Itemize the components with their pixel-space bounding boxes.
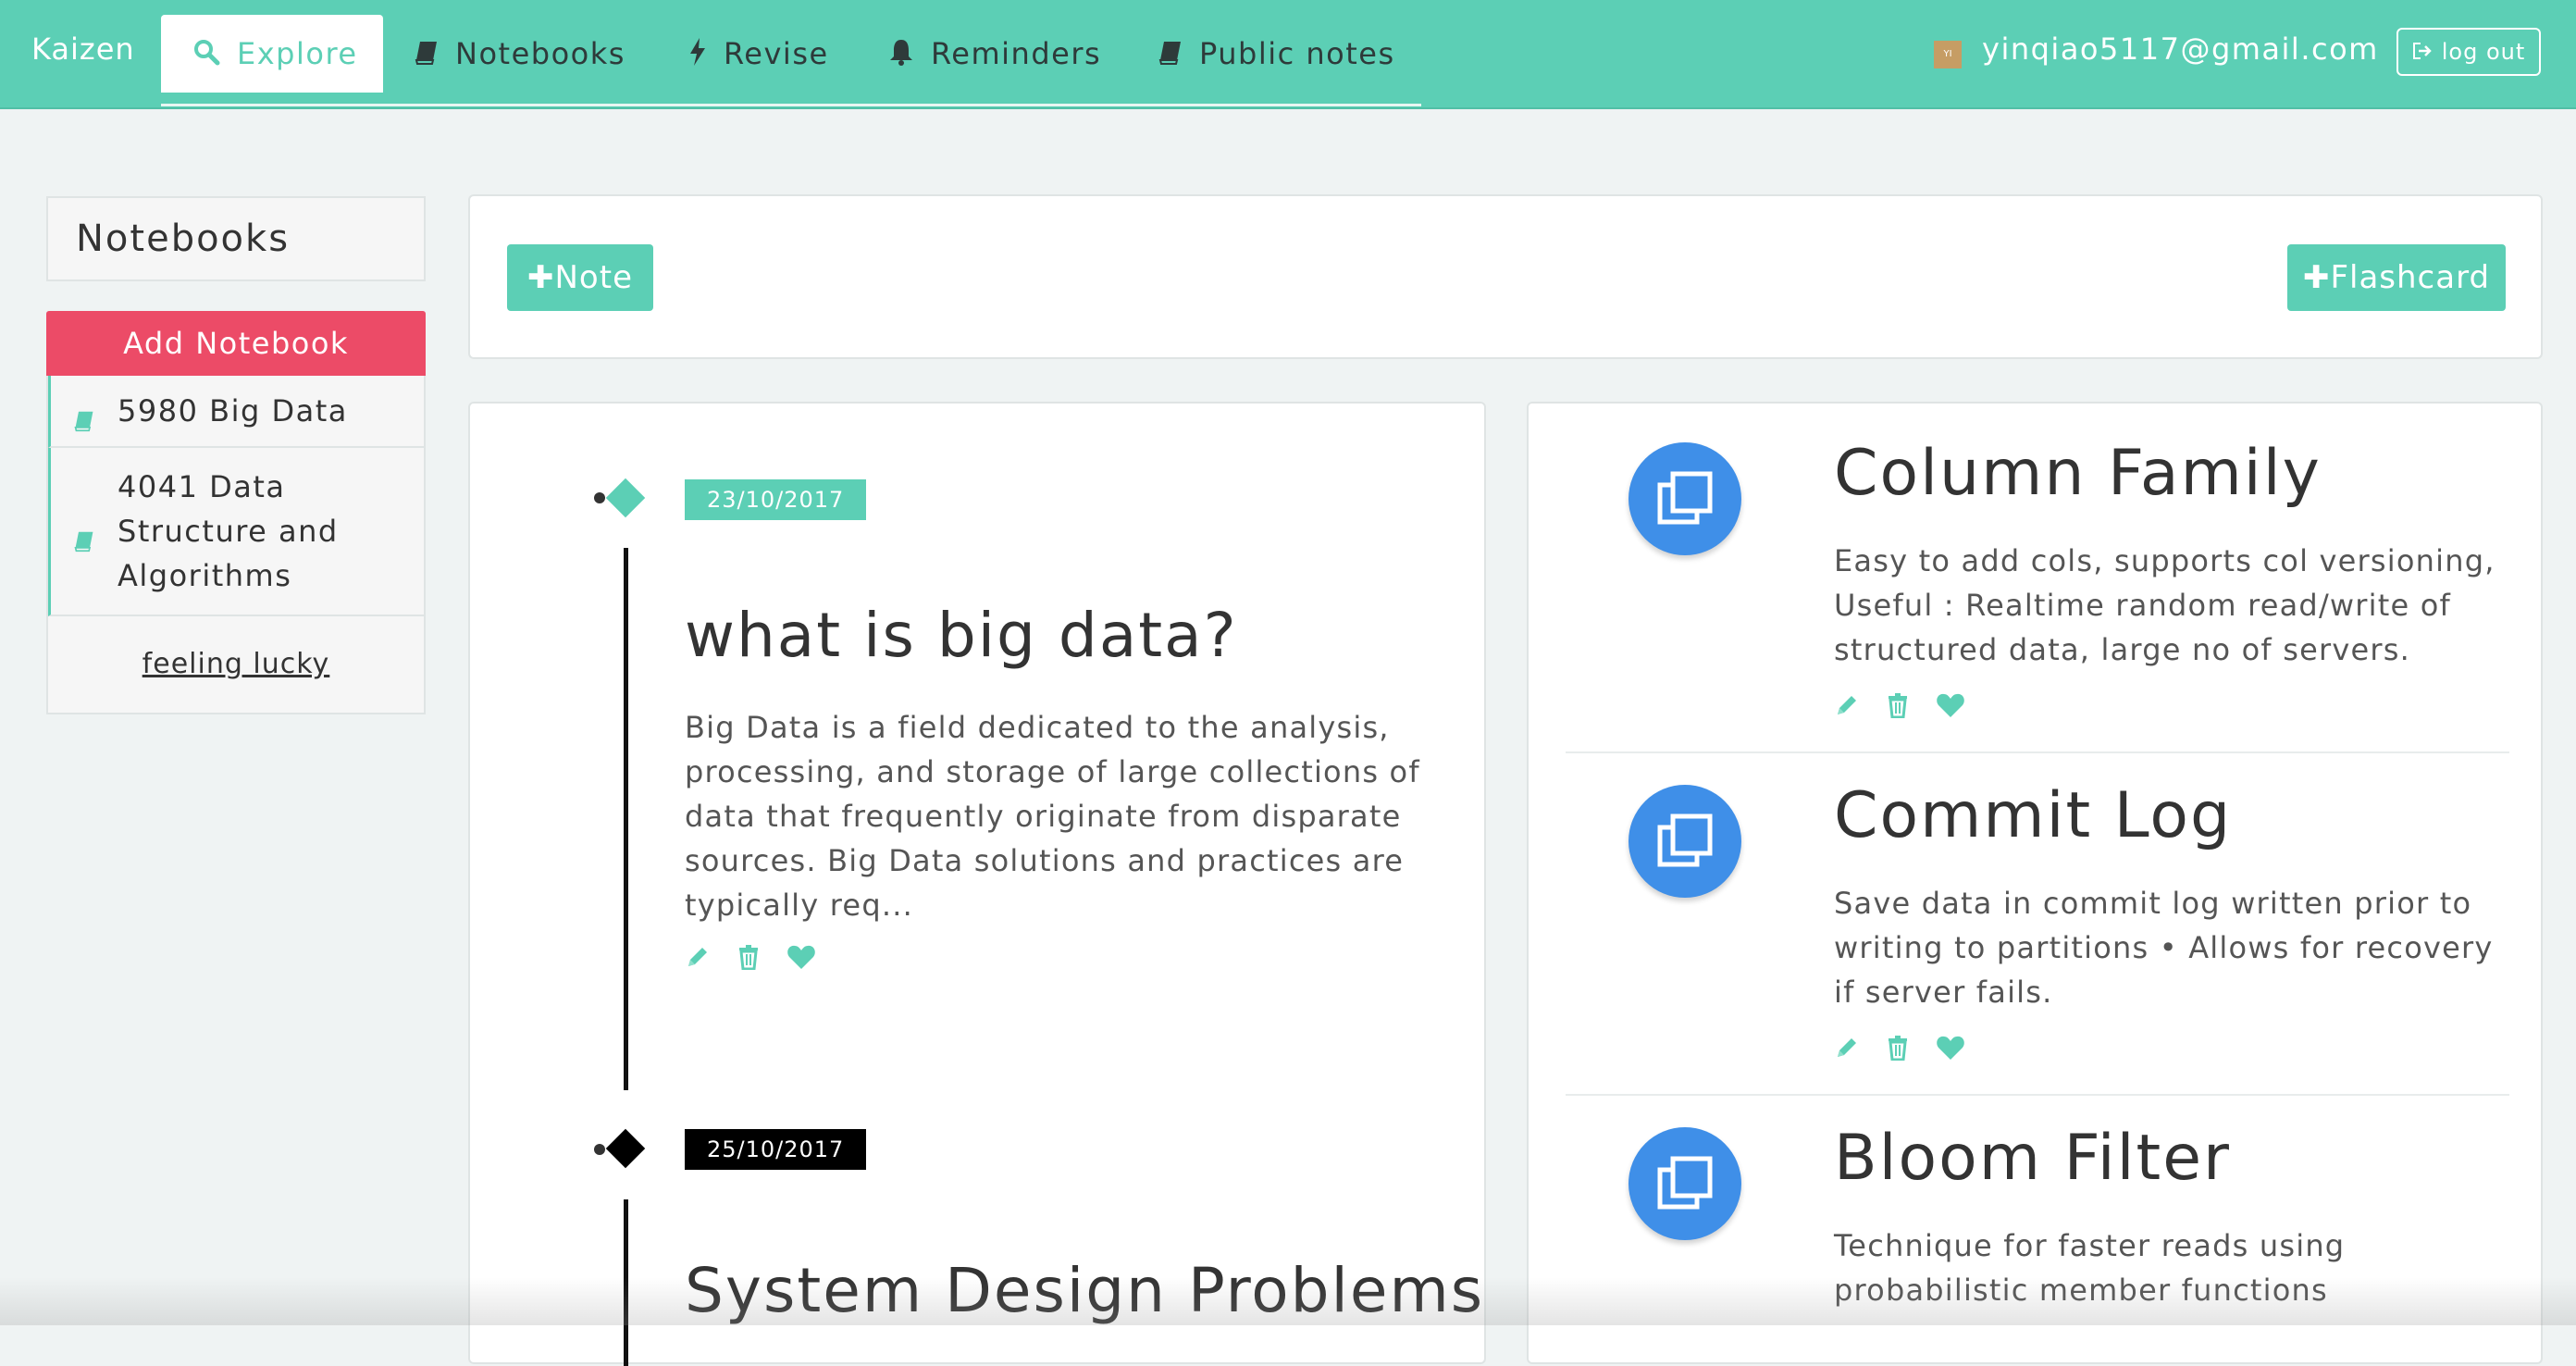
flashcard-actions xyxy=(1834,1035,1965,1064)
heart-icon[interactable] xyxy=(1936,1035,1965,1064)
divider xyxy=(1566,1094,2509,1096)
note-actions xyxy=(685,944,816,974)
edit-icon[interactable] xyxy=(1834,1035,1860,1064)
date-badge: 25/10/2017 xyxy=(685,1129,867,1170)
nav-notebooks-label: Notebooks xyxy=(455,36,625,71)
add-flashcard-label: Flashcard xyxy=(2330,259,2491,296)
heart-icon[interactable] xyxy=(786,944,816,974)
logout-label: log out xyxy=(2441,39,2526,65)
timeline-line xyxy=(624,548,628,1090)
notebook-label: 5980 Big Data xyxy=(118,393,348,428)
flashcard-icon xyxy=(1629,785,1741,898)
divider xyxy=(1566,751,2509,753)
flashcard-icon xyxy=(1629,442,1741,555)
nav-notebooks[interactable]: Notebooks xyxy=(415,15,625,93)
sidebar-title: Notebooks xyxy=(46,196,426,281)
trash-icon[interactable] xyxy=(1886,692,1910,722)
notebook-icon xyxy=(73,520,95,565)
user-email[interactable]: yinqiao5117@gmail.com xyxy=(1982,31,2379,67)
nav-explore-label: Explore xyxy=(237,36,358,71)
feeling-lucky-link[interactable]: feeling lucky xyxy=(48,616,424,713)
timeline-diamond xyxy=(605,1128,646,1169)
book-icon xyxy=(1158,17,1183,94)
date-badge: 23/10/2017 xyxy=(685,479,867,520)
logout-button[interactable]: log out xyxy=(2396,28,2541,76)
flashcard-body: Technique for faster reads using probabi… xyxy=(1834,1228,2346,1308)
note-body: Big Data is a field dedicated to the ana… xyxy=(685,710,1420,923)
notebooks-sidebar: Notebooks Add Notebook 5980 Big Data 404… xyxy=(46,196,426,714)
timeline-line xyxy=(624,1199,628,1366)
logout-icon xyxy=(2412,31,2433,75)
nav-reminders-label: Reminders xyxy=(931,36,1102,71)
notes-timeline: 23/10/2017 what is big data? Big Data is… xyxy=(468,402,1486,1366)
nav-revise[interactable]: Revise xyxy=(688,15,829,93)
sidebar-item-notebook[interactable]: 4041 Data Structure and Algorithms xyxy=(48,448,424,616)
add-note-label: Note xyxy=(554,259,633,296)
nav-revise-label: Revise xyxy=(724,36,829,71)
bell-icon xyxy=(888,17,914,94)
flashcard-title[interactable]: Bloom Filter xyxy=(1834,1122,2231,1195)
brand-logo[interactable]: Kaizen xyxy=(31,31,135,67)
nav-public-notes-label: Public notes xyxy=(1199,36,1395,71)
edit-icon[interactable] xyxy=(685,944,711,974)
nav-public-notes[interactable]: Public notes xyxy=(1158,15,1395,93)
top-navbar: Kaizen Explore Notebooks Revise Reminder… xyxy=(0,0,2576,109)
note-title[interactable]: System Design Problems xyxy=(685,1255,1484,1326)
flashcards-list: Column Family Easy to add cols, supports… xyxy=(1527,402,2543,1364)
sidebar-item-notebook[interactable]: 5980 Big Data xyxy=(48,376,424,448)
timeline-dot xyxy=(594,1144,605,1155)
add-notebook-button[interactable]: Add Notebook xyxy=(46,311,426,376)
add-note-button[interactable]: ✚Note xyxy=(507,244,653,311)
nav-reminders[interactable]: Reminders xyxy=(888,15,1101,93)
create-toolbar: ✚Note ✚Flashcard xyxy=(468,194,2543,359)
flashcard-title[interactable]: Commit Log xyxy=(1834,779,2232,852)
trash-icon[interactable] xyxy=(737,944,761,974)
flashcard-title[interactable]: Column Family xyxy=(1834,437,2322,510)
nav-underline xyxy=(161,104,1421,106)
bolt-icon xyxy=(688,17,707,94)
notebook-list: 5980 Big Data 4041 Data Structure and Al… xyxy=(46,376,426,714)
add-flashcard-button[interactable]: ✚Flashcard xyxy=(2287,244,2506,311)
flashcard-body: Easy to add cols, supports col versionin… xyxy=(1834,543,2496,667)
flashcard-body: Save data in commit log written prior to… xyxy=(1834,886,2494,1010)
edit-icon[interactable] xyxy=(1834,692,1860,722)
plus-icon: ✚ xyxy=(2302,259,2331,296)
timeline-dot xyxy=(594,492,605,503)
flashcard-icon xyxy=(1629,1127,1741,1240)
note-title[interactable]: what is big data? xyxy=(685,600,1238,671)
avatar[interactable]: YI xyxy=(1934,41,1962,68)
nav-explore[interactable]: Explore xyxy=(161,15,383,93)
notebook-icon xyxy=(73,400,95,444)
notebook-label: 4041 Data Structure and Algorithms xyxy=(118,469,339,593)
plus-icon: ✚ xyxy=(527,259,555,296)
timeline-diamond xyxy=(605,478,646,518)
heart-icon[interactable] xyxy=(1936,692,1965,722)
flashcard-actions xyxy=(1834,692,1965,722)
book-icon xyxy=(415,17,439,94)
trash-icon[interactable] xyxy=(1886,1035,1910,1064)
search-icon xyxy=(192,17,220,94)
